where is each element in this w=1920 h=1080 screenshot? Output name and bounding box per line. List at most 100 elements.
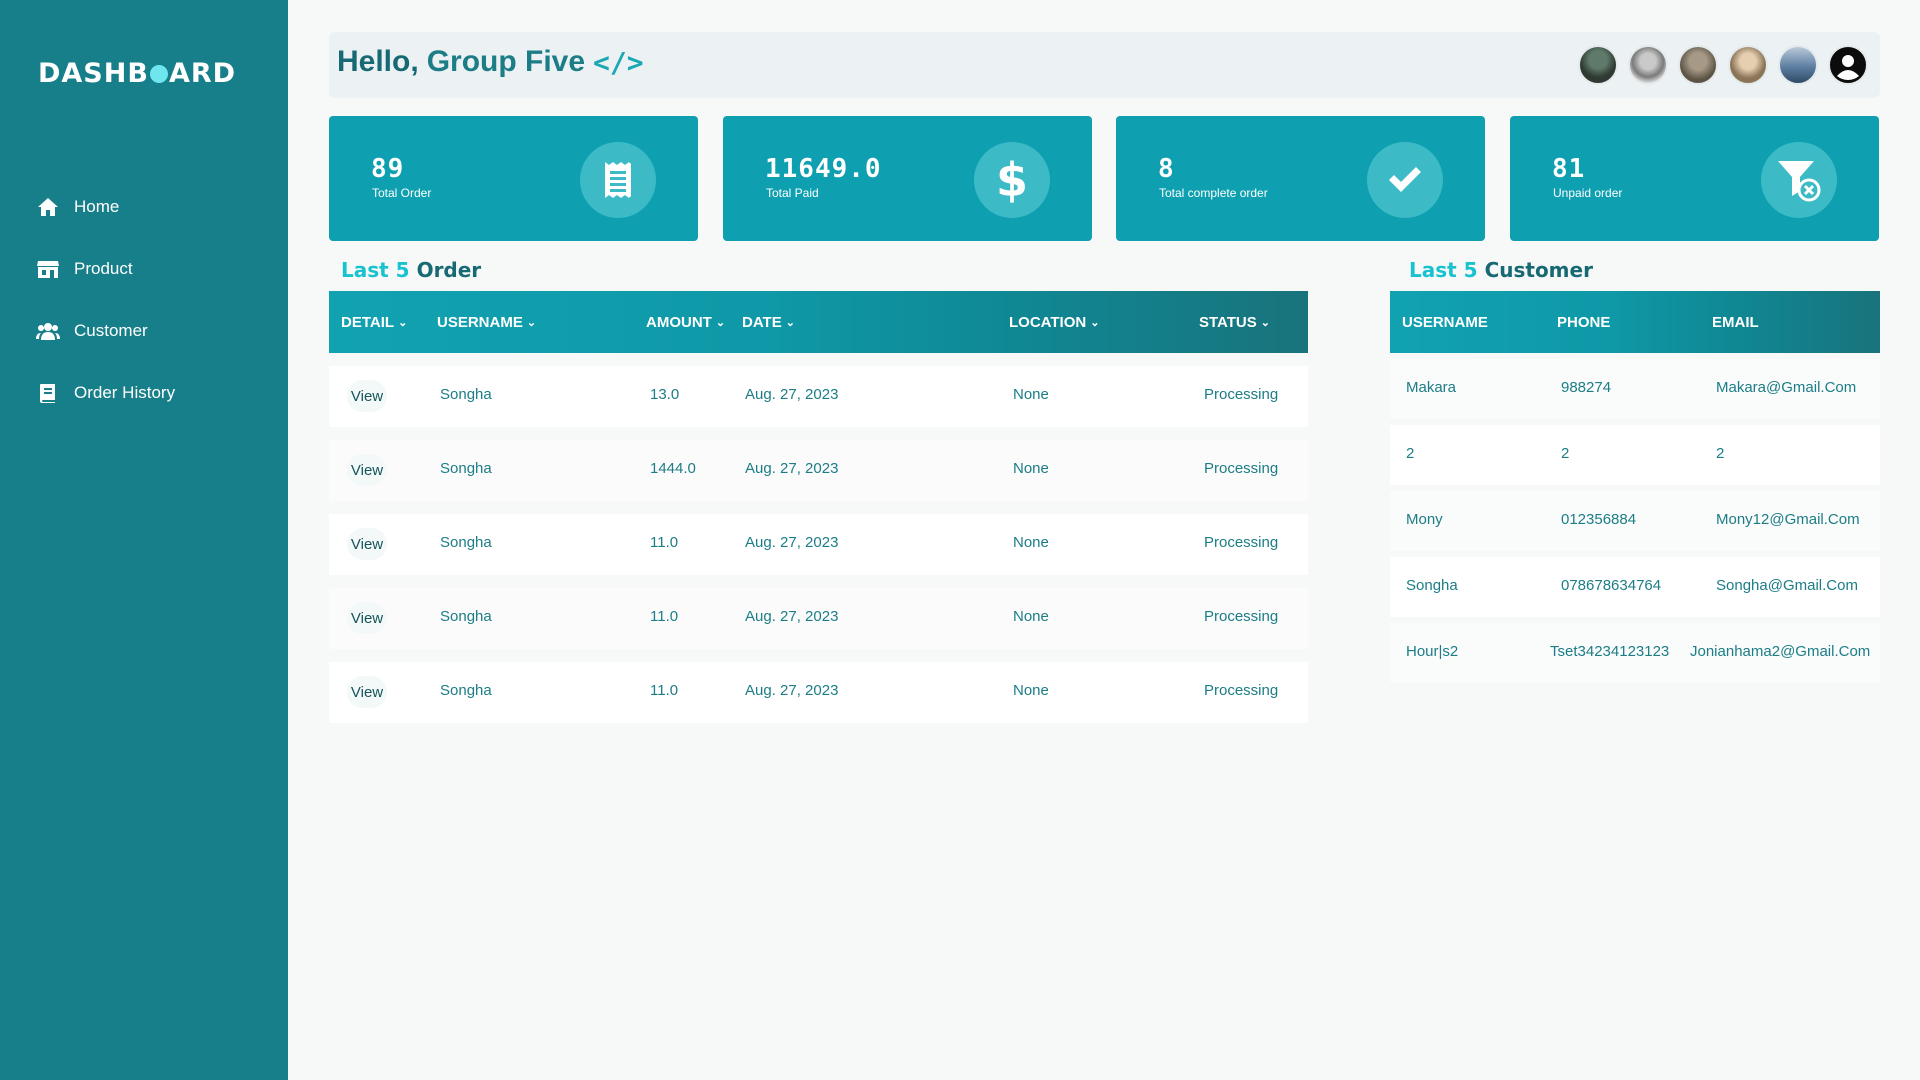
column-header-label: AMOUNT	[646, 313, 712, 331]
cell-phone: Tset34234123123	[1550, 643, 1670, 660]
cell-username: Songha	[440, 534, 492, 551]
cell-username: Songha	[1406, 577, 1458, 594]
cell-username: 2	[1406, 445, 1415, 462]
cell-amount: 11.0	[650, 682, 679, 699]
cell-location: None	[1013, 386, 1049, 403]
filter-x-icon	[1761, 142, 1837, 218]
cell-status: Processing	[1204, 608, 1279, 625]
column-header-date[interactable]: DATE ⌄	[742, 314, 795, 331]
sidebar-item-order-history[interactable]: Order History	[36, 362, 175, 424]
view-button[interactable]: View	[347, 676, 387, 708]
customers-title-rest: Customer	[1484, 258, 1593, 282]
table-row: View Songha 13.0 Aug. 27, 2023 None Proc…	[329, 366, 1308, 427]
logo-mark	[149, 65, 168, 83]
column-header-label: LOCATION	[1009, 313, 1087, 331]
column-header-location[interactable]: LOCATION ⌄	[1009, 314, 1099, 331]
cell-amount: 11.0	[650, 608, 679, 625]
column-header-label: STATUS	[1199, 313, 1257, 331]
cell-status: Processing	[1204, 460, 1279, 477]
sidebar-item-label: Customer	[74, 321, 148, 340]
cell-username: Songha	[440, 460, 492, 477]
chevron-down-icon: ⌄	[526, 316, 537, 329]
cell-location: None	[1013, 682, 1049, 699]
column-header-label: DETAIL	[341, 313, 395, 331]
stat-card-total-order: 89 Total Order	[329, 116, 698, 241]
column-header-status[interactable]: STATUS ⌄	[1199, 314, 1270, 331]
chevron-down-icon: ⌄	[1090, 316, 1100, 329]
orders-title-accent: Last 5	[341, 258, 410, 282]
stat-label: Total Paid	[766, 186, 819, 200]
check-icon	[1367, 142, 1443, 218]
code-icon: </>	[593, 45, 644, 79]
user-avatar-icon[interactable]	[1828, 45, 1868, 85]
table-row: View Songha 11.0 Aug. 27, 2023 None Proc…	[329, 514, 1308, 575]
table-row: View Songha 11.0 Aug. 27, 2023 None Proc…	[329, 588, 1308, 649]
table-row: View Songha 1444.0 Aug. 27, 2023 None Pr…	[329, 440, 1308, 501]
avatar[interactable]	[1778, 45, 1818, 85]
stat-value: 8	[1158, 154, 1175, 184]
customers-table: USERNAME PHONE EMAIL Makara 988274 Makar…	[1390, 291, 1880, 683]
cell-location: None	[1013, 608, 1049, 625]
column-header-detail[interactable]: DETAIL ⌄	[341, 314, 407, 331]
sidebar-item-product[interactable]: Product	[36, 238, 175, 300]
sidebar-item-label: Order History	[74, 383, 176, 402]
orders-table-header: DETAIL ⌄ USERNAME ⌄ AMOUNT ⌄ DATE ⌄ LOCATION…	[329, 291, 1308, 353]
cell-location: None	[1013, 534, 1049, 551]
table-row: Makara 988274 Makara@Gmail.Com	[1390, 359, 1880, 419]
avatar-group	[1568, 45, 1868, 85]
sidebar-item-home[interactable]: Home	[36, 176, 175, 238]
cell-email: Songha@Gmail.Com	[1716, 577, 1858, 594]
stat-label: Unpaid order	[1553, 186, 1623, 200]
cell-amount: 1444.0	[650, 460, 696, 477]
view-button[interactable]: View	[347, 454, 387, 486]
dollar-icon: $	[974, 142, 1050, 218]
cell-username: Songha	[440, 682, 492, 699]
table-row: 2 2 2	[1390, 425, 1880, 485]
column-header-amount[interactable]: AMOUNT ⌄	[646, 314, 725, 331]
avatar[interactable]	[1628, 45, 1668, 85]
table-row: Songha 078678634764 Songha@Gmail.Com	[1390, 557, 1880, 617]
view-button[interactable]: View	[347, 380, 387, 412]
cell-date: Aug. 27, 2023	[745, 386, 839, 403]
avatar[interactable]	[1678, 45, 1718, 85]
cell-amount: 13.0	[650, 386, 680, 403]
users-icon	[36, 319, 60, 343]
orders-title-rest: Order	[416, 258, 482, 282]
header-bar: Hello, Group Five </>	[329, 32, 1880, 98]
cell-phone: 078678634764	[1561, 577, 1662, 594]
logo[interactable]: DASHB ARD	[38, 58, 236, 89]
column-header-label: DATE	[742, 313, 782, 331]
column-header-username[interactable]: USERNAME	[1402, 314, 1488, 331]
table-row: View Songha 11.0 Aug. 27, 2023 None Proc…	[329, 662, 1308, 723]
book-icon	[36, 381, 60, 405]
cell-username: Mony	[1406, 511, 1443, 528]
stat-value: 11649.0	[765, 154, 882, 184]
logo-text-left: DASHB	[38, 58, 149, 89]
greeting-name: Group Five	[426, 45, 586, 78]
chevron-down-icon: ⌄	[398, 316, 408, 329]
view-button[interactable]: View	[347, 602, 387, 634]
cell-date: Aug. 27, 2023	[745, 682, 839, 699]
sidebar-item-label: Product	[74, 259, 133, 278]
column-header-email[interactable]: EMAIL	[1712, 314, 1759, 331]
home-icon	[36, 195, 60, 219]
cell-email: 2	[1716, 445, 1725, 462]
stat-card-unpaid-order: 81 Unpaid order	[1510, 116, 1879, 241]
stat-value: 89	[371, 154, 405, 184]
cell-date: Aug. 27, 2023	[745, 460, 839, 477]
sidebar-nav: Home Product Customer Order History	[36, 176, 175, 424]
column-header-phone[interactable]: PHONE	[1557, 314, 1610, 331]
view-button[interactable]: View	[347, 528, 387, 560]
avatar[interactable]	[1728, 45, 1768, 85]
avatar[interactable]	[1578, 45, 1618, 85]
stat-label: Total Order	[372, 186, 432, 200]
store-icon	[36, 257, 60, 281]
cell-phone: 2	[1561, 445, 1570, 462]
sidebar-item-customer[interactable]: Customer	[36, 300, 175, 362]
column-header-username[interactable]: USERNAME ⌄	[437, 314, 536, 331]
greeting-hello: Hello,	[337, 45, 419, 78]
stat-card-complete-order: 8 Total complete order	[1116, 116, 1485, 241]
cell-amount: 11.0	[650, 534, 679, 551]
cell-email: Jonianhama2@Gmail.Com	[1690, 643, 1871, 660]
cell-phone: 988274	[1561, 379, 1612, 396]
